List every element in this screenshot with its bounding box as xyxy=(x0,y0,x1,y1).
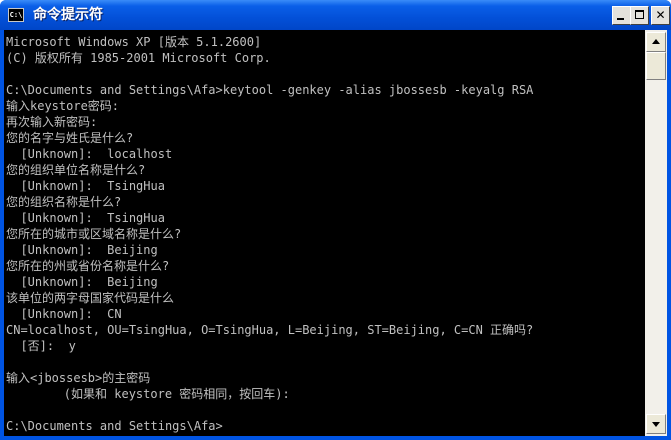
console-line: Microsoft Windows XP [版本 5.1.2600] xyxy=(6,35,262,49)
console-line: C:\Documents and Settings\Afa>keytool -g… xyxy=(6,83,534,97)
console-line: 您的名字与姓氏是什么? xyxy=(6,131,134,145)
console-line: 该单位的两字母国家代码是什么 xyxy=(6,291,175,305)
vertical-scrollbar[interactable] xyxy=(645,30,667,436)
command-prompt-window: C:\ 命令提示符 ✕ Microsoft Windows XP [版本 5.1… xyxy=(0,0,671,440)
console-line: 输入keystore密码: xyxy=(6,99,120,113)
console-line: CN=localhost, OU=TsingHua, O=TsingHua, L… xyxy=(6,323,534,337)
console-line: C:\Documents and Settings\Afa> xyxy=(6,419,223,433)
close-button[interactable]: ✕ xyxy=(651,6,670,25)
console-line: 您的组织单位名称是什么? xyxy=(6,163,146,177)
scroll-down-button[interactable] xyxy=(646,414,666,434)
scroll-up-button[interactable] xyxy=(646,32,666,52)
console-line: [Unknown]: localhost xyxy=(6,147,173,161)
maximize-icon xyxy=(635,10,644,19)
title-bar[interactable]: C:\ 命令提示符 ✕ xyxy=(0,0,671,30)
arrow-down-icon xyxy=(652,422,660,427)
console-line: 输入<jbossesb>的主密码 xyxy=(6,371,151,385)
console-line: [否]: y xyxy=(6,339,76,353)
console-line: [Unknown]: TsingHua xyxy=(6,179,165,193)
console-line: 您的组织名称是什么? xyxy=(6,195,122,209)
console-line: 您所在的城市或区域名称是什么? xyxy=(6,227,182,241)
console-line: [Unknown]: TsingHua xyxy=(6,211,165,225)
console-output[interactable]: Microsoft Windows XP [版本 5.1.2600] (C) 版权… xyxy=(4,30,645,436)
console-line: (C) 版权所有 1985-2001 Microsoft Corp. xyxy=(6,51,271,65)
console-line: 再次输入新密码: xyxy=(6,115,98,129)
console-line: 您所在的州或省份名称是什么? xyxy=(6,259,170,273)
console-line: [Unknown]: Beijing xyxy=(6,275,158,289)
console-line: (如果和 keystore 密码相同，按回车): xyxy=(6,387,290,401)
arrow-up-icon xyxy=(652,39,660,44)
minimize-button[interactable] xyxy=(612,6,631,25)
minimize-icon xyxy=(617,18,624,20)
window-title: 命令提示符 xyxy=(33,7,103,23)
maximize-button[interactable] xyxy=(630,6,649,25)
scrollbar-thumb[interactable] xyxy=(646,52,666,80)
close-icon: ✕ xyxy=(655,8,666,22)
cmd-icon[interactable]: C:\ xyxy=(8,8,24,22)
console-line: [Unknown]: CN xyxy=(6,307,122,321)
console-line: [Unknown]: Beijing xyxy=(6,243,158,257)
